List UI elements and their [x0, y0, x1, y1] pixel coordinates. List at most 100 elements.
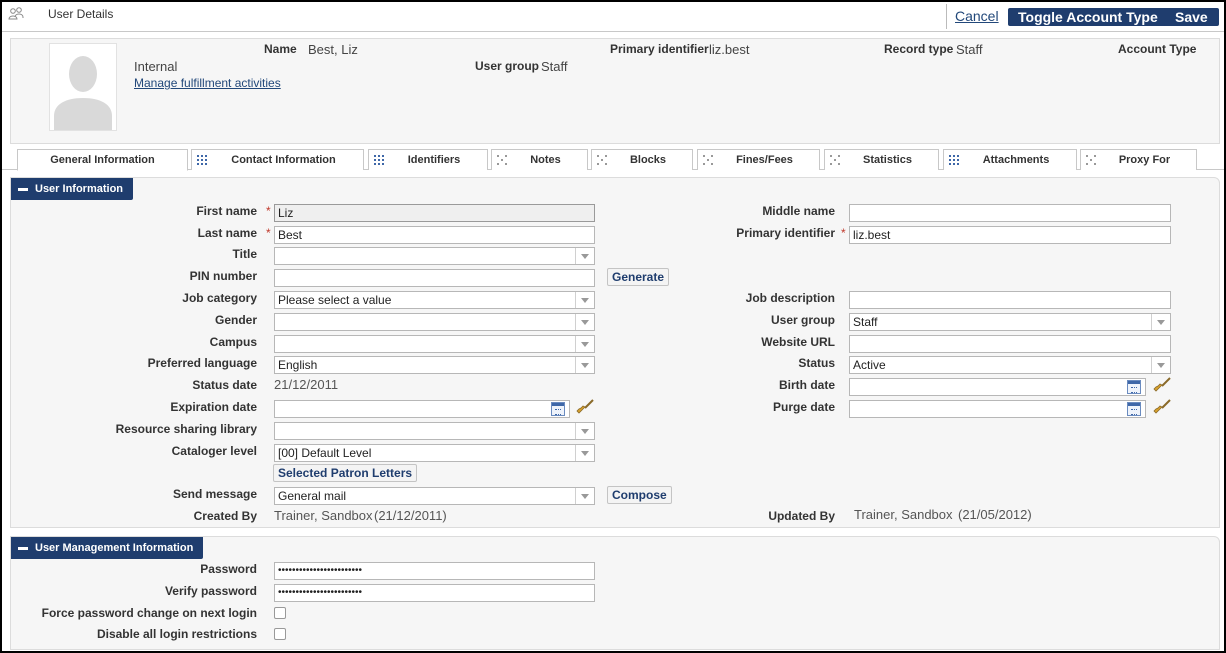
record-type-label: Record type [884, 42, 954, 56]
user-information-header[interactable]: User Information [11, 178, 134, 200]
grid-icon [374, 155, 384, 165]
collapse-icon [18, 547, 28, 550]
compose-button[interactable]: Compose [607, 486, 672, 504]
user-group-field-label: User group [770, 313, 835, 327]
disable-login-restrictions-label: Disable all login restrictions [96, 627, 257, 641]
birth-date-input[interactable] [849, 378, 1146, 396]
calendar-icon[interactable] [1127, 380, 1141, 394]
page-title: User Details [48, 7, 114, 21]
cataloger-level-select[interactable]: [00] Default Level [274, 444, 595, 462]
generate-button[interactable]: Generate [607, 268, 670, 286]
user-management-header[interactable]: User Management Information [11, 537, 204, 559]
chevron-down-icon [1157, 320, 1165, 325]
selected-patron-letters-button[interactable]: Selected Patron Letters [273, 464, 418, 482]
middle-name-label: Middle name [762, 204, 835, 218]
disable-login-restrictions-checkbox[interactable] [274, 628, 286, 640]
user-silhouette-icon [50, 44, 116, 130]
title-select[interactable] [274, 247, 595, 265]
last-name-label: Last name [197, 226, 257, 240]
calendar-icon[interactable] [1127, 402, 1141, 416]
status-label: Status [798, 356, 835, 370]
send-message-select[interactable]: General mail [274, 487, 595, 505]
grid-icon [497, 155, 507, 165]
chevron-down-icon [1157, 363, 1165, 368]
updated-by-label: Updated By [768, 509, 835, 523]
status-select[interactable]: Active [849, 356, 1171, 374]
grid-icon [197, 155, 207, 165]
broom-icon[interactable] [576, 399, 594, 415]
calendar-icon[interactable] [551, 402, 565, 416]
manage-fulfillment-link[interactable]: Manage fulfillment activities [134, 76, 281, 90]
job-category-select[interactable]: Please select a value [274, 291, 595, 309]
purge-date-label: Purge date [772, 400, 835, 414]
record-type-value: Staff [956, 42, 983, 57]
tab-general-information[interactable]: General Information [17, 149, 188, 171]
status-date-value: 21/12/2011 [274, 377, 339, 392]
chevron-down-icon [581, 451, 589, 456]
gender-select[interactable] [274, 313, 595, 331]
save-button[interactable]: Save [1164, 8, 1219, 26]
broom-icon[interactable] [1153, 377, 1171, 393]
force-password-change-checkbox[interactable] [274, 607, 286, 619]
preferred-language-select[interactable]: English [274, 356, 595, 374]
job-description-label: Job description [745, 291, 835, 305]
primary-identifier-label: Primary identifier [610, 42, 709, 56]
tab-attachments[interactable]: Attachments [943, 149, 1077, 170]
grid-icon [949, 155, 959, 165]
resource-sharing-library-select[interactable] [274, 422, 595, 440]
last-name-input[interactable]: Best [274, 226, 595, 244]
grid-icon [830, 155, 840, 165]
required-marker: * [841, 226, 846, 240]
tab-identifiers[interactable]: Identifiers [368, 149, 488, 170]
collapse-icon [18, 188, 28, 191]
tab-notes[interactable]: Notes [491, 149, 588, 170]
primary-identifier-field-label: Primary identifier [736, 226, 835, 240]
primary-identifier-input[interactable]: liz.best [849, 226, 1171, 244]
expiration-date-input[interactable] [274, 400, 570, 418]
primary-identifier-value: liz.best [709, 42, 750, 57]
campus-select[interactable] [274, 335, 595, 353]
chevron-down-icon [581, 298, 589, 303]
purge-date-input[interactable] [849, 400, 1146, 418]
verify-password-input[interactable]: •••••••••••••••••••••••• [274, 584, 595, 602]
created-by-label: Created By [193, 509, 257, 523]
chevron-down-icon [581, 494, 589, 499]
job-description-input[interactable] [849, 291, 1171, 309]
first-name-input[interactable]: Liz [274, 204, 595, 222]
tab-statistics[interactable]: Statistics [824, 149, 939, 170]
website-url-input[interactable] [849, 335, 1171, 353]
broom-icon[interactable] [1153, 399, 1171, 415]
middle-name-input[interactable] [849, 204, 1171, 222]
expiration-date-label: Expiration date [170, 400, 257, 414]
send-message-label: Send message [172, 487, 257, 501]
account-type-label: Account Type [1118, 42, 1197, 56]
tab-proxy-for[interactable]: Proxy For [1080, 149, 1197, 170]
password-input[interactable]: •••••••••••••••••••••••• [274, 562, 595, 580]
tab-blocks[interactable]: Blocks [591, 149, 693, 170]
tab-bar: General Information Contact Information … [2, 148, 1224, 171]
users-icon [8, 7, 24, 20]
user-group-select[interactable]: Staff [849, 313, 1171, 331]
chevron-down-icon [581, 254, 589, 259]
preferred-language-label: Preferred language [147, 356, 257, 370]
gender-label: Gender [214, 313, 257, 327]
grid-icon [597, 155, 607, 165]
pin-number-label: PIN number [189, 269, 257, 283]
top-bar: User Details Cancel Toggle Account Type … [2, 2, 1224, 32]
resource-sharing-library-label: Resource sharing library [115, 422, 257, 436]
header-actions: Cancel Toggle Account Type Save [946, 4, 1224, 29]
created-by-value: Trainer, Sandbox [274, 508, 373, 523]
tab-contact-information[interactable]: Contact Information [191, 149, 364, 170]
birth-date-label: Birth date [778, 378, 835, 392]
pin-number-input[interactable] [274, 269, 595, 287]
title-label: Title [232, 247, 257, 261]
toggle-account-type-button[interactable]: Toggle Account Type [1008, 8, 1168, 26]
updated-by-date: (21/05/2012) [958, 507, 1032, 522]
grid-icon [703, 155, 713, 165]
app-window: User Details Cancel Toggle Account Type … [0, 0, 1226, 653]
user-group-value: Staff [541, 59, 568, 74]
avatar [49, 43, 117, 131]
cancel-link[interactable]: Cancel [955, 8, 999, 24]
tab-fines-fees[interactable]: Fines/Fees [697, 149, 820, 170]
user-management-section: User Management Information Password •••… [10, 536, 1220, 650]
